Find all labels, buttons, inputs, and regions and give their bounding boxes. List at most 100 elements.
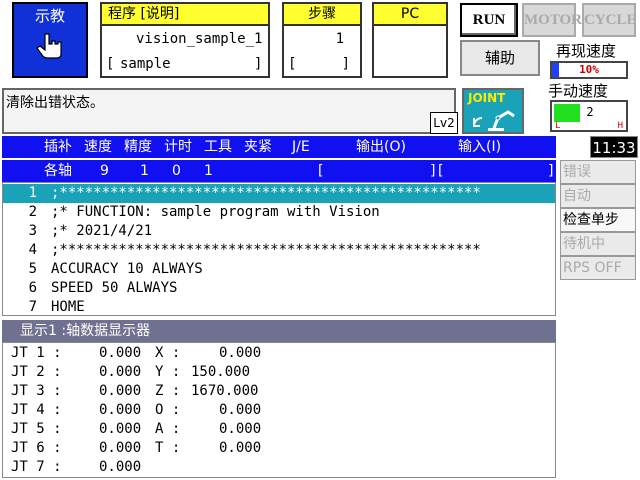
cart-value: 1670.000 <box>191 383 259 399</box>
joint-name: JT 5 : <box>11 421 62 437</box>
line-number: 1 <box>28 185 37 201</box>
col-output: 输出(O) <box>356 139 406 155</box>
output-bracket-close: ] <box>430 163 436 179</box>
line-text: ;***************************************… <box>51 185 481 201</box>
joint-value: 0.000 <box>99 402 142 418</box>
message-text: 清除出错状态。 <box>6 95 104 111</box>
manual-speed-high: H <box>617 121 623 131</box>
step-bracket-close: ] <box>341 56 350 72</box>
coord-mode-button[interactable]: JOINT <box>462 88 524 134</box>
input-bracket-open: [ <box>438 163 444 179</box>
pc-header: PC <box>374 4 446 26</box>
line-number: 4 <box>28 242 37 258</box>
manual-speed-value: 2 <box>586 105 594 119</box>
manual-speed-label: 手动速度 <box>548 82 609 100</box>
param-tool: 1 <box>204 163 213 179</box>
axis-row: JT 5 : 0.000 A : 0.000 <box>3 420 557 439</box>
program-name: vision_sample_1 <box>136 31 263 47</box>
program-panel[interactable]: 程序 [说明] vision_sample_1 [ sample ] <box>100 2 270 78</box>
line-text: ;* 2021/4/21 <box>51 223 153 239</box>
run-button[interactable]: RUN <box>460 3 518 37</box>
level-indicator[interactable]: Lv2 <box>430 112 458 134</box>
param-accuracy: 1 <box>140 163 149 179</box>
cart-value: 150.000 <box>191 364 251 380</box>
params-row[interactable]: 各轴 9 1 0 1 [ ] [ ] <box>2 160 556 182</box>
joint-name: JT 7 : <box>11 459 62 475</box>
program-header: 程序 [说明] <box>102 4 268 26</box>
step-panel[interactable]: 步骤 1 [ ] <box>282 2 362 78</box>
col-speed: 速度 <box>84 139 112 155</box>
axis-data-monitor: JT 1 : 0.000 X : 0.000 JT 2 : 0.000 Y : … <box>2 342 556 478</box>
col-input: 输入(I) <box>458 139 502 155</box>
cart-name: O : <box>155 402 181 418</box>
step-bracket-open: [ <box>288 56 297 72</box>
cart-name: A : <box>155 421 181 437</box>
side-item-standby[interactable]: 待机中 <box>560 232 636 256</box>
coord-mode-label: JOINT <box>468 91 506 105</box>
joint-value: 0.000 <box>99 459 142 475</box>
program-line[interactable]: 3 ;* 2021/4/21 <box>3 222 555 241</box>
program-line[interactable]: 2 ;* FUNCTION: sample program with Vision <box>3 203 555 222</box>
axis-row: JT 1 : 0.000 X : 0.000 <box>3 344 557 363</box>
cart-name: T : <box>155 440 181 456</box>
param-axes: 各轴 <box>44 163 72 179</box>
robot-arm-icon <box>473 110 515 131</box>
teach-button[interactable]: 示教 <box>12 2 88 78</box>
line-number: 5 <box>28 261 37 277</box>
pc-panel[interactable]: PC <box>372 2 448 78</box>
param-speed: 9 <box>100 163 109 179</box>
program-line[interactable]: 4 ;**************************************… <box>3 241 555 260</box>
program-line[interactable]: 6 SPEED 50 ALWAYS <box>3 279 555 298</box>
line-text: ACCURACY 10 ALWAYS <box>51 261 203 277</box>
side-item-rps[interactable]: RPS OFF <box>560 256 636 280</box>
cart-name: Z : <box>155 383 181 399</box>
cart-value: 0.000 <box>219 421 262 437</box>
line-text: HOME <box>51 299 85 315</box>
manual-speed-low: L <box>555 121 561 131</box>
input-bracket-close: ] <box>548 163 554 179</box>
axis-row: JT 6 : 0.000 T : 0.000 <box>3 439 557 458</box>
joint-name: JT 4 : <box>11 402 62 418</box>
program-line[interactable]: 7 HOME <box>3 298 555 317</box>
col-timer: 计时 <box>164 139 192 155</box>
cycle-button[interactable]: CYCLE <box>582 3 637 37</box>
line-number: 2 <box>28 204 37 220</box>
replay-speed-bar[interactable]: 10% <box>550 61 628 79</box>
joint-value: 0.000 <box>99 421 142 437</box>
comment-bracket-open: [ <box>106 56 115 72</box>
cart-value: 0.000 <box>219 440 262 456</box>
hand-pointer-icon <box>36 33 62 59</box>
step-header: 步骤 <box>284 4 360 26</box>
replay-speed-label: 再现速度 <box>556 42 617 60</box>
line-number: 3 <box>28 223 37 239</box>
joint-value: 0.000 <box>99 440 142 456</box>
joint-name: JT 2 : <box>11 364 62 380</box>
joint-name: JT 6 : <box>11 440 62 456</box>
col-je: J/E <box>292 139 310 155</box>
cart-name: X : <box>155 345 181 361</box>
clock: 11:33 <box>590 136 638 158</box>
line-number: 6 <box>28 280 37 296</box>
program-line[interactable]: 5 ACCURACY 10 ALWAYS <box>3 260 555 279</box>
display-header[interactable]: 显示1 :轴数据显示器 <box>2 320 556 342</box>
program-editor[interactable]: 1 ;**************************************… <box>2 182 556 316</box>
program-comment: sample <box>120 56 171 72</box>
aux-button[interactable]: 辅助 <box>460 40 540 76</box>
replay-speed-value: 10% <box>579 63 599 76</box>
joint-name: JT 1 : <box>11 345 62 361</box>
joint-value: 0.000 <box>99 364 142 380</box>
motor-button[interactable]: MOTOR <box>522 3 582 37</box>
side-item-auto[interactable]: 自动 <box>560 184 636 208</box>
side-item-error[interactable]: 错误 <box>560 160 636 184</box>
line-text: ;* FUNCTION: sample program with Vision <box>51 204 380 220</box>
axis-row: JT 4 : 0.000 O : 0.000 <box>3 401 557 420</box>
line-text: SPEED 50 ALWAYS <box>51 280 178 296</box>
manual-speed-gauge[interactable]: 2 L H <box>550 100 628 132</box>
program-line[interactable]: 1 ;**************************************… <box>3 184 555 203</box>
message-box: 清除出错状态。 <box>2 88 456 134</box>
teach-label: 示教 <box>34 7 65 25</box>
line-text: ;***************************************… <box>51 242 481 258</box>
col-accuracy: 精度 <box>124 139 152 155</box>
side-item-check-step[interactable]: 检查单步 <box>560 208 636 232</box>
joint-name: JT 3 : <box>11 383 62 399</box>
